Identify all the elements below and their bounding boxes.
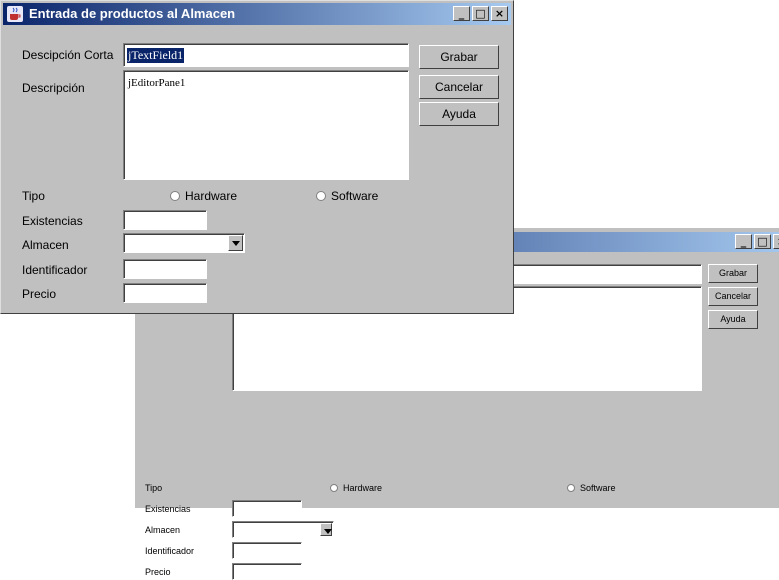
radio-icon bbox=[316, 191, 326, 201]
identificador-input[interactable] bbox=[232, 542, 302, 559]
close-button[interactable]: × bbox=[773, 234, 779, 249]
software-label: Software bbox=[331, 189, 379, 203]
existencias-input[interactable] bbox=[232, 500, 302, 517]
desc-corta-label: Descipción Corta bbox=[22, 48, 114, 62]
hardware-radio[interactable]: Hardware bbox=[170, 189, 237, 203]
tipo-label: Tipo bbox=[145, 483, 163, 493]
maximize-button[interactable]: □ bbox=[754, 234, 771, 249]
existencias-label: Existencias bbox=[22, 214, 83, 228]
existencias-input[interactable] bbox=[123, 210, 207, 230]
chevron-down-icon[interactable] bbox=[228, 235, 243, 251]
grabar-button[interactable]: Grabar bbox=[419, 45, 499, 69]
almacen-label: Almacen bbox=[22, 238, 69, 252]
ayuda-button[interactable]: Ayuda bbox=[419, 102, 499, 126]
almacen-combo[interactable] bbox=[232, 521, 334, 538]
descripcion-label: Descripción bbox=[22, 81, 85, 95]
chevron-down-icon[interactable] bbox=[320, 523, 332, 536]
main-window: Entrada de productos al Almacen _ □ × De… bbox=[0, 0, 514, 314]
precio-label: Precio bbox=[22, 287, 57, 301]
identificador-input[interactable] bbox=[123, 259, 207, 279]
minimize-button[interactable]: _ bbox=[735, 234, 752, 249]
existencias-label: Existencias bbox=[145, 504, 191, 514]
identificador-label: Identificador bbox=[22, 263, 88, 277]
hardware-label: Hardware bbox=[343, 483, 383, 493]
identificador-label: Identificador bbox=[145, 546, 195, 556]
radio-icon bbox=[567, 484, 575, 492]
radio-icon bbox=[170, 191, 180, 201]
grabar-button[interactable]: Grabar bbox=[708, 264, 758, 283]
hardware-label: Hardware bbox=[185, 189, 238, 203]
precio-input[interactable] bbox=[232, 563, 302, 580]
radio-icon bbox=[330, 484, 338, 492]
software-label: Software bbox=[580, 483, 616, 493]
precio-input[interactable] bbox=[123, 283, 207, 303]
desc-corta-value: jTextField1 bbox=[127, 48, 185, 63]
software-radio[interactable]: Software bbox=[316, 189, 378, 203]
close-button[interactable]: × bbox=[491, 6, 508, 21]
almacen-combo[interactable] bbox=[123, 233, 245, 253]
maximize-button[interactable]: □ bbox=[472, 6, 489, 21]
tipo-label: Tipo bbox=[22, 189, 45, 203]
descripcion-value: jEditorPane1 bbox=[128, 77, 186, 89]
descripcion-editor[interactable]: jEditorPane1 bbox=[123, 70, 409, 180]
minimize-button[interactable]: _ bbox=[453, 6, 470, 21]
java-cup-icon bbox=[7, 6, 23, 22]
software-radio[interactable]: Software bbox=[567, 483, 616, 493]
ayuda-button[interactable]: Ayuda bbox=[708, 310, 758, 329]
desc-corta-input[interactable]: jTextField1 bbox=[123, 43, 409, 67]
main-window-titlebar[interactable]: Entrada de productos al Almacen _ □ × bbox=[3, 3, 511, 25]
almacen-label: Almacen bbox=[145, 525, 181, 535]
precio-label: Precio bbox=[145, 567, 171, 577]
hardware-radio[interactable]: Hardware bbox=[330, 483, 382, 493]
cancelar-button[interactable]: Cancelar bbox=[708, 287, 758, 306]
cancelar-button[interactable]: Cancelar bbox=[419, 75, 499, 99]
window-title: Entrada de productos al Almacen bbox=[29, 6, 236, 21]
